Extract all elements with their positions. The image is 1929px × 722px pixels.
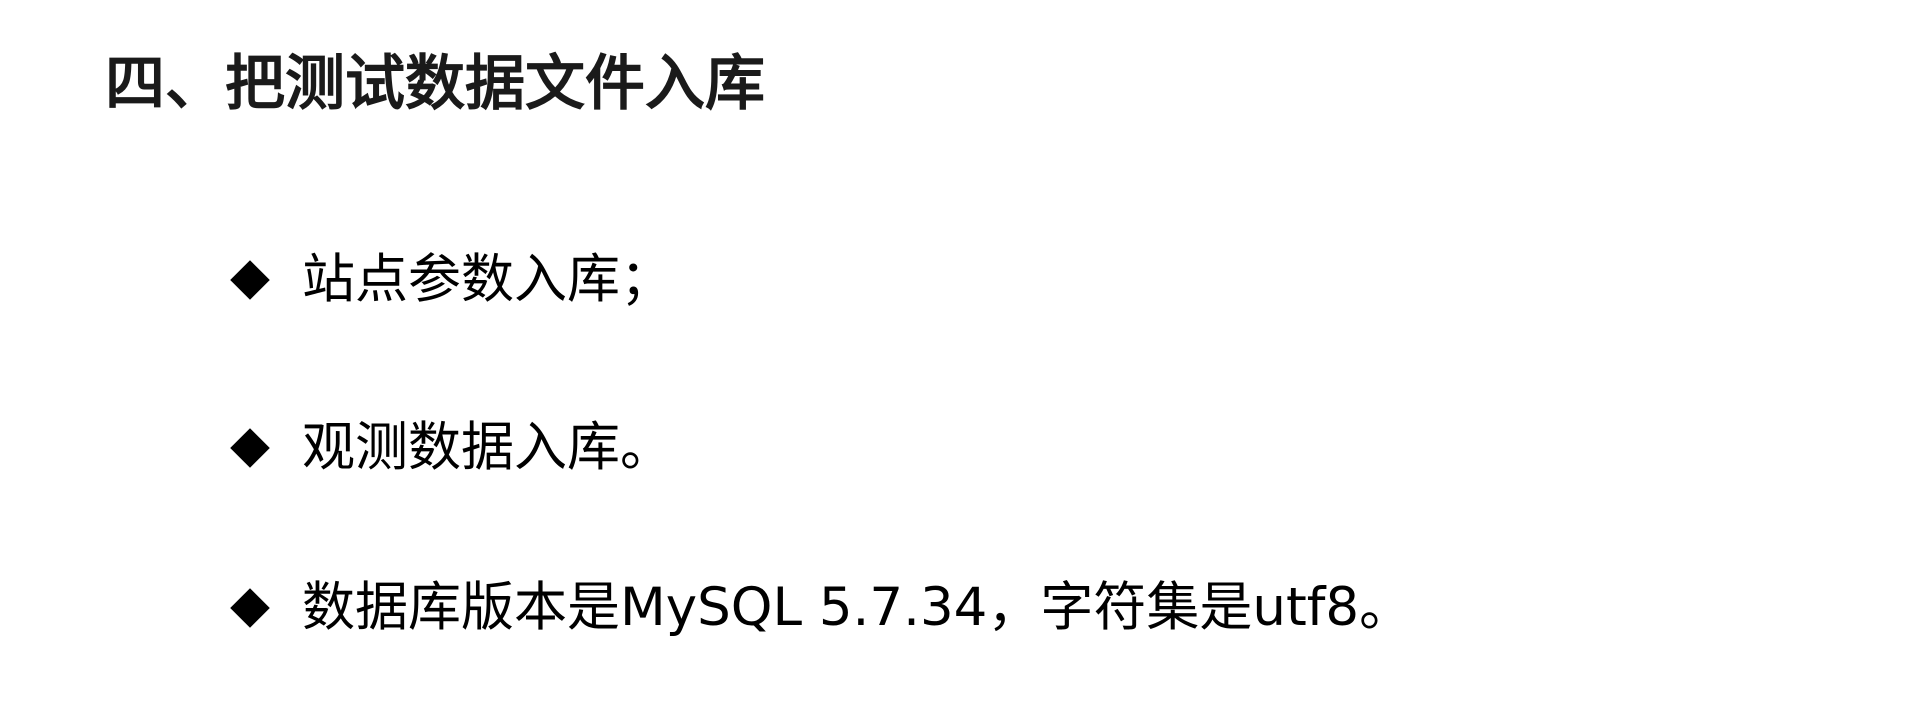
list-item: 观测数据入库。 [228, 413, 673, 483]
list-item-text: 数据库版本是MySQL 5.7.34，字符集是utf8。 [302, 577, 1413, 638]
list-item-text: 站点参数入库； [302, 249, 673, 310]
list-item-text: 观测数据入库。 [302, 417, 673, 478]
diamond-bullet-icon [228, 586, 272, 630]
list-item: 站点参数入库； [228, 245, 673, 315]
diamond-bullet-icon [228, 426, 272, 470]
list-item: 数据库版本是MySQL 5.7.34，字符集是utf8。 [228, 573, 1412, 643]
diamond-bullet-icon [228, 258, 272, 302]
page-title: 四、把测试数据文件入库 [105, 49, 765, 119]
